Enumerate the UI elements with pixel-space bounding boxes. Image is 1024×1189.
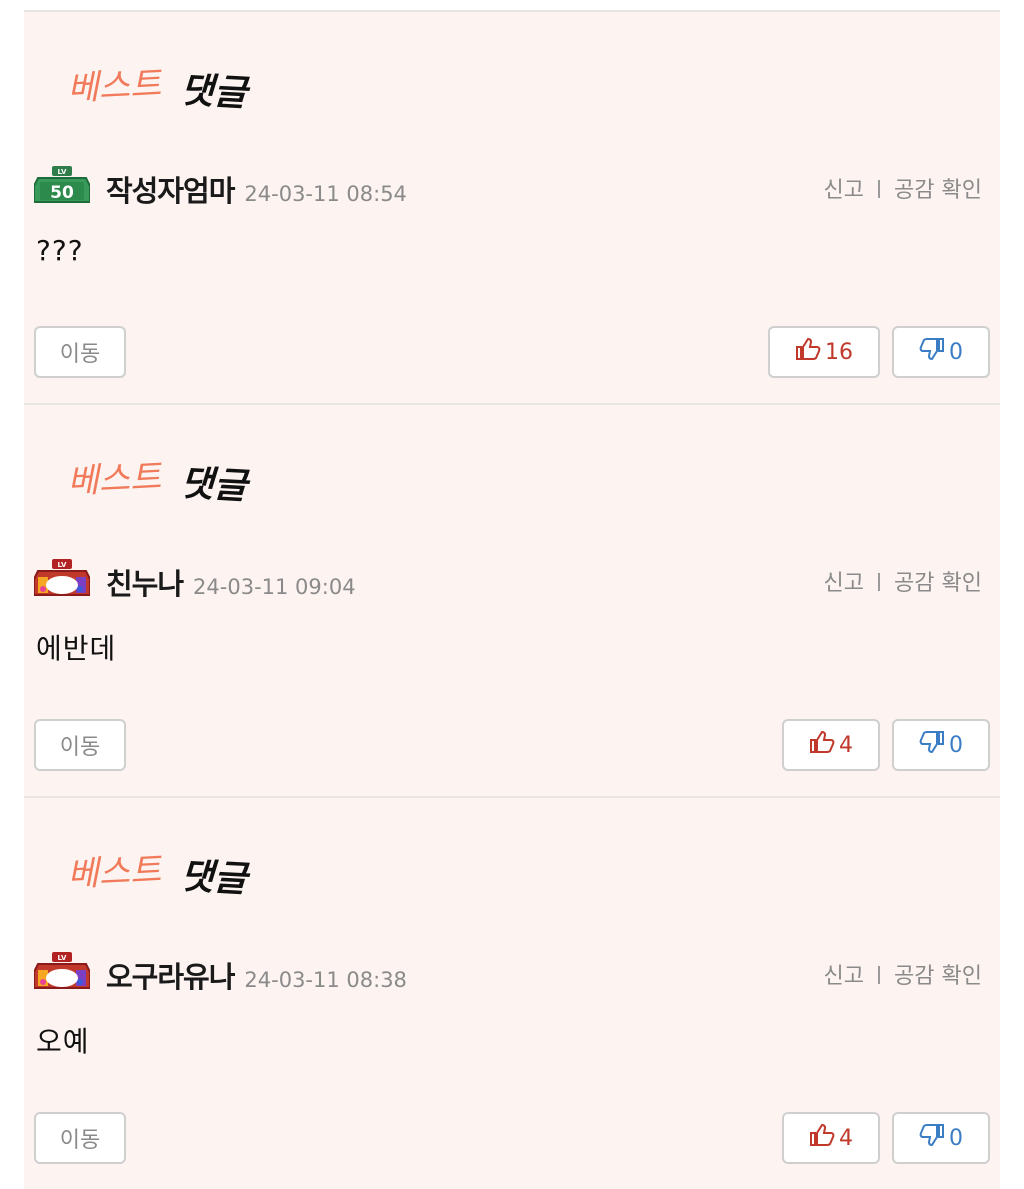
like-button[interactable]: 4 (782, 1112, 880, 1164)
svg-text:댓글: 댓글 (180, 70, 252, 115)
svg-text:댓글: 댓글 (180, 463, 252, 508)
move-button[interactable]: 이동 (34, 719, 126, 771)
dislike-count: 0 (949, 339, 963, 365)
move-button[interactable]: 이동 (34, 1112, 126, 1164)
like-button[interactable]: 4 (782, 719, 880, 771)
divider (878, 573, 881, 591)
svg-text:LV: LV (58, 954, 67, 962)
thumbs-down-icon (919, 337, 949, 367)
comment-meta: LV 친누나 24-03-11 09:04 신고 공감 확인 (33, 555, 982, 601)
nickname[interactable]: 오구라유나 (106, 960, 235, 994)
empathy-check-link[interactable]: 공감 확인 (894, 178, 982, 203)
comment-date: 24-03-11 09:04 (193, 575, 356, 599)
like-count: 16 (825, 339, 853, 365)
thumbs-up-icon (795, 337, 825, 367)
comment-card: 베스트 댓글 LV 친누나 24-03-11 09:04 신고 공감 확인 에반… (24, 403, 1000, 796)
best-comment-logo: 베스트 댓글 (68, 58, 268, 118)
like-button[interactable]: 16 (768, 326, 880, 378)
thumbs-up-icon (809, 1123, 839, 1153)
comment-meta: LV 50 작성자엄마 24-03-11 08:54 신고 공감 확인 (33, 162, 982, 208)
comment-actions: 신고 공감 확인 (824, 565, 982, 597)
svg-text:베스트: 베스트 (68, 457, 164, 502)
comment-actions: 신고 공감 확인 (824, 958, 982, 990)
dislike-button[interactable]: 0 (892, 1112, 990, 1164)
svg-text:LV: LV (58, 561, 67, 569)
thumbs-down-icon (919, 1123, 949, 1153)
dislike-count: 0 (949, 1125, 963, 1151)
svg-text:베스트: 베스트 (68, 64, 164, 109)
svg-text:베스트: 베스트 (68, 850, 164, 895)
divider (878, 966, 881, 984)
divider (878, 180, 881, 198)
level-rainbow-icon: LV (33, 952, 91, 992)
nickname[interactable]: 친누나 (106, 567, 184, 601)
dislike-button[interactable]: 0 (892, 326, 990, 378)
comment-card: 베스트 댓글 LV 50 작성자엄마 24-03-11 08:54 신고 공감 확인 (24, 10, 1000, 403)
comment-date: 24-03-11 08:54 (244, 182, 407, 206)
like-count: 4 (839, 1125, 853, 1151)
move-label: 이동 (59, 342, 101, 367)
empathy-check-link[interactable]: 공감 확인 (894, 571, 982, 596)
comment-text: ??? (36, 234, 84, 267)
comment-text: 오예 (36, 1025, 90, 1058)
dislike-count: 0 (949, 732, 963, 758)
move-button[interactable]: 이동 (34, 326, 126, 378)
comment-author[interactable]: 작성자엄마 24-03-11 08:54 (106, 168, 407, 210)
comment-author[interactable]: 오구라유나 24-03-11 08:38 (106, 954, 407, 996)
comment-author[interactable]: 친누나 24-03-11 09:04 (106, 561, 356, 603)
report-link[interactable]: 신고 (824, 571, 864, 596)
comment-actions: 신고 공감 확인 (824, 172, 982, 204)
level-50-icon: LV 50 (33, 166, 91, 206)
like-count: 4 (839, 732, 853, 758)
comment-meta: LV 오구라유나 24-03-11 08:38 신고 공감 확인 (33, 948, 982, 994)
level-rainbow-icon: LV (33, 559, 91, 599)
report-link[interactable]: 신고 (824, 964, 864, 989)
comment-card: 베스트 댓글 LV 오구라유나 24-03-11 08:38 신고 공감 확인 … (24, 796, 1000, 1189)
comment-text: 에반데 (36, 632, 117, 665)
best-comment-logo: 베스트 댓글 (68, 844, 268, 904)
dislike-button[interactable]: 0 (892, 719, 990, 771)
svg-text:LV: LV (58, 168, 67, 176)
best-comment-logo: 베스트 댓글 (68, 451, 268, 511)
report-link[interactable]: 신고 (824, 178, 864, 203)
move-label: 이동 (59, 1128, 101, 1153)
thumbs-up-icon (809, 730, 839, 760)
move-label: 이동 (59, 735, 101, 760)
nickname[interactable]: 작성자엄마 (106, 174, 235, 208)
best-comment-list: 베스트 댓글 LV 50 작성자엄마 24-03-11 08:54 신고 공감 확인 (24, 10, 1000, 1189)
svg-text:50: 50 (50, 183, 74, 203)
svg-text:댓글: 댓글 (180, 856, 252, 901)
comment-date: 24-03-11 08:38 (244, 968, 407, 992)
thumbs-down-icon (919, 730, 949, 760)
empathy-check-link[interactable]: 공감 확인 (894, 964, 982, 989)
